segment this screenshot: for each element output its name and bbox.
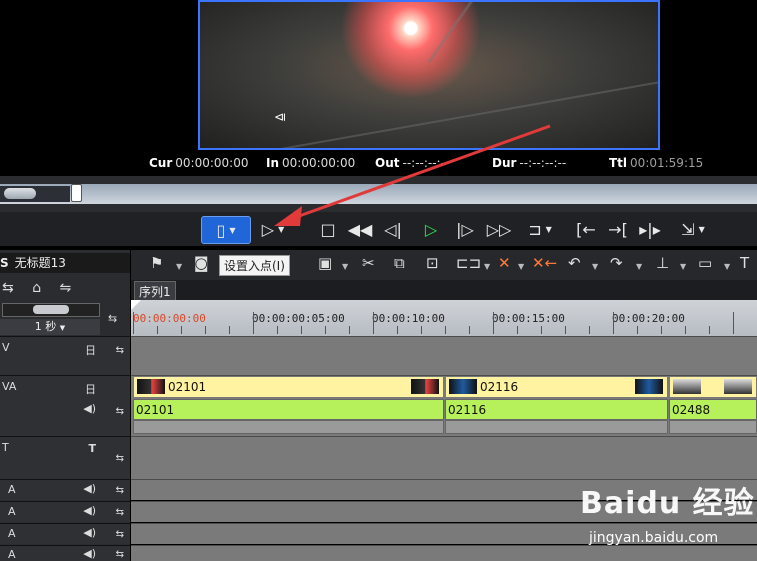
annotation-arrow — [274, 124, 551, 226]
baidu-watermark: Baidu 经验 — [580, 486, 755, 521]
watermark-url: jingyan.baidu.com — [589, 530, 719, 546]
